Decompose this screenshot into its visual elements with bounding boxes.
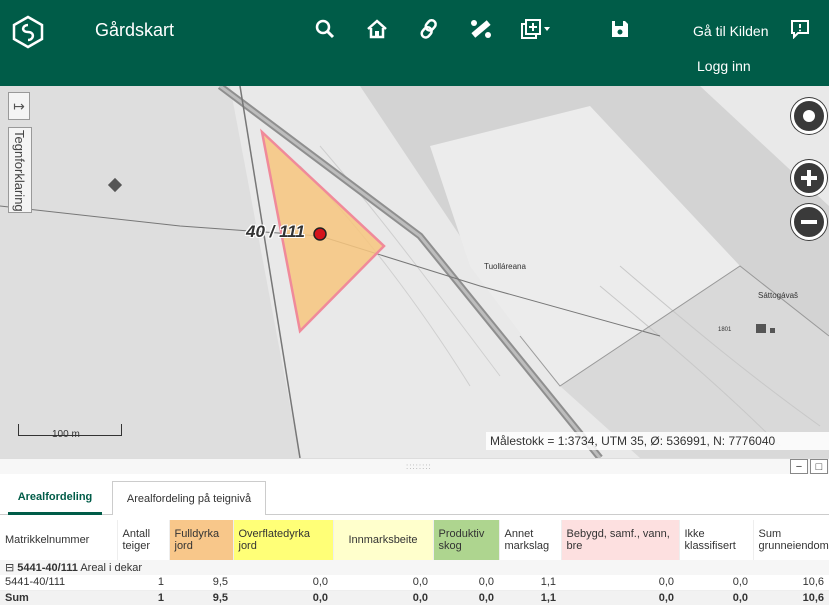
building-symbol <box>756 324 766 333</box>
col-header[interactable]: Annet markslag <box>499 520 562 560</box>
legend-tab[interactable]: Tegnforklaring <box>8 127 32 213</box>
zoom-in-button[interactable] <box>791 160 827 196</box>
locate-button[interactable] <box>791 98 827 134</box>
home-icon[interactable] <box>364 16 390 42</box>
grip-handle-icon[interactable]: :::::::: <box>406 462 432 471</box>
login-link[interactable]: Logg inn <box>697 58 751 74</box>
table-row[interactable]: 5441-40/111 1 9,5 0,0 0,0 0,0 1,1 0,0 0,… <box>0 575 829 591</box>
group-id: 5441-40/111 <box>17 562 78 574</box>
table-cell: 9,5 <box>169 575 233 591</box>
app-logo-icon[interactable] <box>10 14 46 50</box>
panel-splitter[interactable]: :::::::: <box>0 458 829 474</box>
legend-tab-label: Tegnforklaring <box>12 130 27 212</box>
col-header[interactable]: Sum grunneiendom <box>753 520 829 560</box>
minimize-panel-button[interactable]: − <box>790 459 808 474</box>
app-title: Gårdskart <box>95 20 175 40</box>
position-marker[interactable] <box>313 227 327 241</box>
table-cell: 1 <box>117 575 169 591</box>
table-cell: 5441-40/111 <box>0 575 117 591</box>
map-status-text: Målestokk = 1:3734, UTM 35, Ø: 536991, N… <box>486 432 829 450</box>
table-cell: 0,0 <box>433 575 499 591</box>
plus-icon <box>801 170 817 186</box>
maximize-panel-button[interactable]: □ <box>810 459 828 474</box>
feedback-icon[interactable] <box>787 16 813 42</box>
go-to-source-link[interactable]: Gå til Kilden <box>693 23 768 39</box>
table-header-row: Matrikkelnummer Antall teiger Fulldyrka … <box>0 520 829 560</box>
sum-cell: 0,0 <box>333 590 433 605</box>
tab-arealfordeling-teigniva[interactable]: Arealfordeling på teignivå <box>112 481 266 515</box>
sum-cell: 9,5 <box>169 590 233 605</box>
building-symbol <box>770 328 775 333</box>
tab-arealfordeling[interactable]: Arealfordeling <box>8 481 102 515</box>
minus-icon <box>801 220 817 224</box>
place-label-sattogavas: Sáttogávaš <box>758 291 799 300</box>
app-window: Gårdskart Gå til Kilden Logg inn 40 / 11… <box>0 0 829 614</box>
link-icon[interactable] <box>416 16 442 42</box>
map-terrain-west <box>0 86 300 458</box>
sum-cell: 0,0 <box>233 590 333 605</box>
sum-cell: 0,0 <box>561 590 679 605</box>
group-row[interactable]: ⊟ 5441-40/111 Areal i dekar <box>0 560 829 575</box>
collapse-icon[interactable]: ⊟ <box>5 562 14 574</box>
parcel-label: 40 / 111 <box>246 222 305 241</box>
col-header[interactable]: Innmarksbeite <box>333 520 434 560</box>
table-cell: 0,0 <box>679 575 753 591</box>
group-suffix: Areal i dekar <box>80 562 143 574</box>
map-canvas[interactable] <box>0 86 829 458</box>
locate-icon <box>803 110 815 122</box>
table-cell: 0,0 <box>233 575 333 591</box>
top-bar: Gårdskart Gå til Kilden Logg inn <box>0 0 829 86</box>
table-cell: 0,0 <box>333 575 433 591</box>
col-header[interactable]: Antall teiger <box>117 520 170 560</box>
sum-cell: 1 <box>117 590 169 605</box>
place-label-tuollareana: Tuolláreana <box>484 262 526 271</box>
zoom-out-button[interactable] <box>791 204 827 240</box>
col-header[interactable]: Overflatedyrka jord <box>233 520 334 560</box>
table-cell: 10,6 <box>753 575 829 591</box>
measure-icon[interactable] <box>468 16 494 42</box>
result-tabs: Arealfordeling Arealfordeling på teigniv… <box>0 481 829 515</box>
layers-add-icon[interactable] <box>518 16 554 42</box>
sum-cell: 0,0 <box>679 590 753 605</box>
area-table: Matrikkelnummer Antall teiger Fulldyrka … <box>0 520 829 605</box>
col-header[interactable]: Ikke klassifisert <box>679 520 754 560</box>
col-header[interactable]: Fulldyrka jord <box>169 520 234 560</box>
expand-legend-button[interactable]: ↦ <box>8 92 30 120</box>
col-header[interactable]: Produktiv skog <box>433 520 500 560</box>
table-cell: 1,1 <box>499 575 561 591</box>
house-number-label: 1801 <box>718 327 732 333</box>
sum-row: Sum 1 9,5 0,0 0,0 0,0 1,1 0,0 0,0 10,6 <box>0 590 829 605</box>
sum-cell: 10,6 <box>753 590 829 605</box>
col-header[interactable]: Bebygd, samf., vann, bre <box>561 520 680 560</box>
search-icon[interactable] <box>312 16 338 42</box>
save-icon[interactable] <box>607 16 633 42</box>
sum-cell: Sum <box>0 590 117 605</box>
map-view[interactable]: 40 / 111 Tuolláreana Sáttogávaš 1801 ↦ T… <box>0 86 829 458</box>
scale-label: 100 m <box>52 429 80 440</box>
sum-cell: 0,0 <box>433 590 499 605</box>
group-cell[interactable]: ⊟ 5441-40/111 Areal i dekar <box>0 560 829 575</box>
sum-cell: 1,1 <box>499 590 561 605</box>
col-header[interactable]: Matrikkelnummer <box>0 520 118 560</box>
table-cell: 0,0 <box>561 575 679 591</box>
